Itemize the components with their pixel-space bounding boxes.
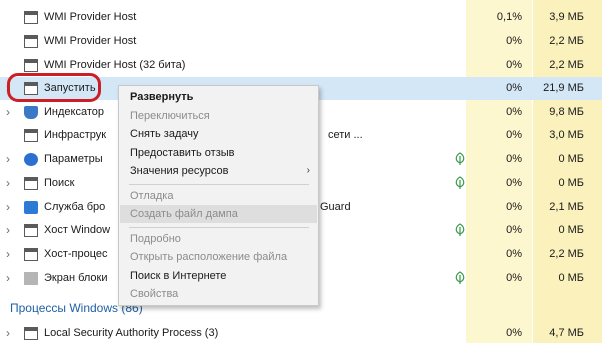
- task-manager-process-list: WMI Provider Host 0,1% 3,9 МБ WMI Provid…: [0, 0, 602, 343]
- memory-value: 2,2 МБ: [549, 35, 584, 47]
- chevron-right-icon[interactable]: ›: [6, 223, 16, 237]
- process-name: WMI Provider Host (32 бита): [44, 59, 186, 71]
- menu-item-expand[interactable]: Развернуть: [130, 91, 193, 103]
- menu-separator: [129, 184, 309, 185]
- process-name: Поиск: [44, 177, 75, 189]
- cpu-value: 0%: [506, 327, 522, 339]
- cpu-value: 0%: [506, 177, 522, 189]
- gear-icon: [24, 153, 38, 166]
- cpu-value: 0%: [506, 82, 522, 94]
- network-icon: [24, 129, 38, 142]
- process-name: Хост Window: [44, 224, 111, 236]
- window-icon: [24, 11, 38, 24]
- chevron-right-icon[interactable]: ›: [6, 152, 16, 166]
- memory-value: 0 МБ: [558, 177, 584, 189]
- memory-value: 9,8 МБ: [549, 106, 584, 118]
- process-name: Инфраструк: [44, 129, 107, 141]
- memory-value: 2,2 МБ: [549, 248, 584, 260]
- chevron-right-icon[interactable]: ›: [6, 200, 16, 214]
- process-name: WMI Provider Host: [44, 35, 137, 47]
- cpu-value: 0,1%: [496, 11, 522, 23]
- chevron-right-icon: ›: [306, 165, 310, 176]
- window-icon: [24, 59, 38, 72]
- search-icon: [24, 177, 38, 190]
- cpu-value: 0%: [506, 106, 522, 118]
- menu-item-debug[interactable]: Отладка: [130, 190, 173, 202]
- cpu-value: 0%: [506, 35, 522, 47]
- menu-item-provide-feedback[interactable]: Предоставить отзыв: [130, 147, 235, 159]
- menu-item-switch-to[interactable]: Переключиться: [130, 110, 210, 122]
- context-menu: Развернуть Переключиться Снять задачу Пр…: [118, 85, 319, 306]
- menu-item-resource-values[interactable]: Значения ресурсов: [130, 165, 229, 177]
- menu-item-create-dump-file[interactable]: Создать файл дампа: [130, 208, 238, 220]
- memory-value: 3,0 МБ: [549, 129, 584, 141]
- menu-separator: [129, 227, 309, 228]
- cpu-value: 0%: [506, 129, 522, 141]
- process-name: WMI Provider Host: [44, 11, 137, 23]
- memory-value: 4,7 МБ: [549, 327, 584, 339]
- memory-value: 2,1 МБ: [549, 201, 584, 213]
- window-icon: [24, 35, 38, 48]
- chevron-right-icon[interactable]: ›: [6, 247, 16, 261]
- memory-value: 3,9 МБ: [549, 11, 584, 23]
- cpu-value: 0%: [506, 153, 522, 165]
- process-name: Local Security Authority Process (3): [44, 327, 219, 339]
- search-index-icon: [24, 106, 38, 119]
- memory-value: 0 МБ: [558, 224, 584, 236]
- cpu-value: 0%: [506, 201, 522, 213]
- process-name: Параметры: [44, 153, 103, 165]
- memory-value: 0 МБ: [558, 272, 584, 284]
- process-name-suffix: Guard: [320, 201, 351, 213]
- process-row[interactable]: WMI Provider Host 0% 2,2 МБ: [0, 30, 602, 53]
- memory-value: 21,9 МБ: [543, 82, 584, 94]
- shield-icon: [24, 201, 38, 214]
- memory-value: 0 МБ: [558, 153, 584, 165]
- red-highlight-ring: [7, 73, 101, 102]
- cpu-value: 0%: [506, 224, 522, 236]
- process-name: Служба бро: [44, 201, 106, 213]
- menu-item-properties[interactable]: Свойства: [130, 288, 178, 300]
- chevron-right-icon[interactable]: ›: [6, 326, 16, 340]
- process-name: Экран блоки: [44, 272, 108, 284]
- cpu-value: 0%: [506, 59, 522, 71]
- process-name-suffix: сети ...: [328, 129, 363, 141]
- window-icon: [24, 248, 38, 261]
- lock-screen-icon: [24, 272, 38, 285]
- process-row[interactable]: WMI Provider Host 0,1% 3,9 МБ: [0, 6, 602, 29]
- cpu-value: 0%: [506, 248, 522, 260]
- menu-item-details[interactable]: Подробно: [130, 233, 181, 245]
- menu-item-open-file-location[interactable]: Открыть расположение файла: [130, 251, 287, 263]
- process-name: Индексатор: [44, 106, 104, 118]
- process-name: Хост-процес: [44, 248, 108, 260]
- menu-item-end-task[interactable]: Снять задачу: [130, 128, 199, 140]
- cpu-value: 0%: [506, 272, 522, 284]
- memory-value: 2,2 МБ: [549, 59, 584, 71]
- window-icon: [24, 327, 38, 340]
- chevron-right-icon[interactable]: ›: [6, 271, 16, 285]
- menu-item-search-online[interactable]: Поиск в Интернете: [130, 270, 226, 282]
- chevron-right-icon[interactable]: ›: [6, 176, 16, 190]
- chevron-right-icon[interactable]: ›: [6, 105, 16, 119]
- process-row[interactable]: › Local Security Authority Process (3) 0…: [0, 322, 602, 345]
- window-icon: [24, 224, 38, 237]
